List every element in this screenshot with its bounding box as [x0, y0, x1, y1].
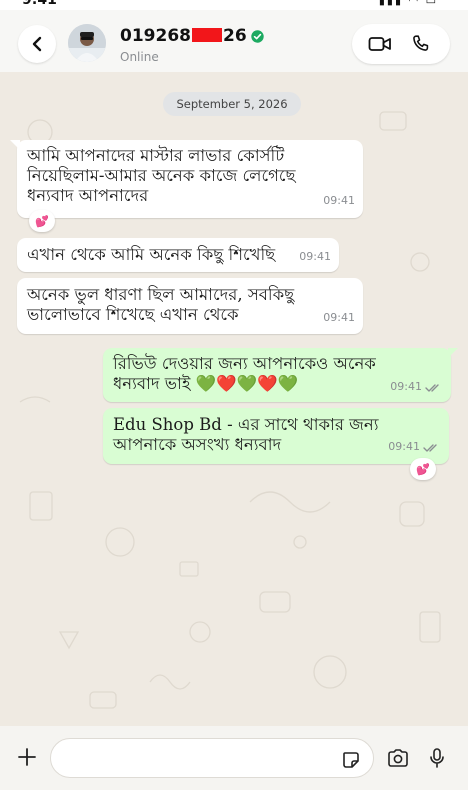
- message-line: Edu Shop Bd - এর সাথে থাকার জন্য: [113, 415, 379, 434]
- message-time: 09:41: [388, 440, 420, 453]
- reaction-badge[interactable]: 💕: [410, 458, 436, 480]
- avatar[interactable]: [68, 24, 106, 62]
- avatar-image: [68, 24, 106, 62]
- status-bar: 9:41 ▮▮▮ ◠ ▭: [0, 0, 468, 10]
- phone-call-icon[interactable]: [410, 33, 432, 55]
- message-text: আমি আপনাদের মাস্টার লাভার কোর্সটি নিয়েছ…: [27, 146, 296, 206]
- reaction-badge[interactable]: 💕: [29, 210, 55, 232]
- chat-header: 019268 26 Online: [0, 10, 468, 73]
- message-bubble-incoming[interactable]: এখান থেকে আমি অনেক কিছু শিখেছি 09:41: [17, 238, 339, 272]
- message-input-wrap[interactable]: [50, 738, 374, 778]
- message-bubble-incoming[interactable]: অনেক ভুল ধারণা ছিল আমাদের, সবকিছু ভালোভা…: [17, 278, 363, 334]
- message-line: ধন্যবাদ আপনাদের: [27, 186, 149, 205]
- reaction-emoji: 💕: [416, 462, 430, 476]
- message-text: Edu Shop Bd - এর সাথে থাকার জন্য আপনাকে …: [113, 415, 379, 455]
- bubble-tail: [448, 348, 458, 358]
- sticker-icon[interactable]: [342, 751, 360, 769]
- message-bubble-outgoing[interactable]: Edu Shop Bd - এর সাথে থাকার জন্য আপনাকে …: [103, 408, 449, 464]
- microphone-icon[interactable]: [428, 747, 446, 769]
- message-time: 09:41: [299, 250, 331, 263]
- contact-name-prefix: 019268: [120, 26, 191, 46]
- message-line: অনেক ভুল ধারণা ছিল আমাদের, সবকিছু: [27, 285, 295, 304]
- message-text: এখান থেকে আমি অনেক কিছু শিখেছি: [27, 245, 275, 265]
- camera-icon[interactable]: [387, 748, 409, 768]
- redaction-mark: [191, 28, 222, 42]
- reaction-emoji: 💕: [35, 214, 49, 228]
- verified-icon: [250, 30, 264, 43]
- message-line: এখান থেকে আমি অনেক কিছু শিখেছি: [27, 245, 276, 264]
- message-time: 09:41: [323, 194, 355, 207]
- delivered-ticks-icon: [423, 444, 437, 452]
- message-time: 09:41: [390, 380, 422, 393]
- contact-name[interactable]: 019268 26: [120, 26, 264, 46]
- message-bubble-outgoing[interactable]: রিভিউ দেওয়ার জন্য আপনাকেও অনেক ধন্যবাদ …: [103, 348, 458, 402]
- plus-icon[interactable]: [16, 746, 38, 768]
- status-time: 9:41: [22, 0, 57, 8]
- message-line: রিভিউ দেওয়ার জন্য আপনাকেও অনেক: [113, 354, 376, 373]
- signal-icons: ▮▮▮ ◠ ▭: [378, 0, 438, 7]
- bubble-tail: [10, 140, 20, 150]
- message-line: আমি আপনাদের মাস্টার লাভার কোর্সটি: [27, 146, 285, 165]
- chat-area[interactable]: September 5, 2026 আমি আপনাদের মাস্টার লা…: [0, 72, 468, 726]
- message-line: নিয়েছিলাম-আমার অনেক কাজে লেগেছে: [27, 166, 296, 185]
- contact-name-suffix: 26: [222, 26, 247, 46]
- date-chip: September 5, 2026: [163, 92, 301, 116]
- message-time: 09:41: [323, 311, 355, 324]
- message-bubble-incoming[interactable]: আমি আপনাদের মাস্টার লাভার কোর্সটি নিয়েছ…: [10, 140, 363, 218]
- call-actions: [352, 24, 450, 64]
- video-call-icon[interactable]: [368, 34, 392, 54]
- back-button[interactable]: [18, 25, 56, 63]
- message-text: অনেক ভুল ধারণা ছিল আমাদের, সবকিছু ভালোভা…: [27, 285, 294, 325]
- message-line: ধন্যবাদ ভাই 💚❤️💚❤️💚: [113, 374, 299, 393]
- message-input[interactable]: [65, 739, 339, 777]
- delivered-ticks-icon: [425, 384, 439, 392]
- message-line: আপনাকে অসংখ্য ধন্যবাদ: [113, 435, 282, 454]
- contact-status: Online: [120, 50, 159, 64]
- chevron-left-icon: [32, 36, 42, 52]
- message-line: ভালোভাবে শিখেছে এখান থেকে: [27, 305, 239, 324]
- message-text: রিভিউ দেওয়ার জন্য আপনাকেও অনেক ধন্যবাদ …: [113, 354, 376, 394]
